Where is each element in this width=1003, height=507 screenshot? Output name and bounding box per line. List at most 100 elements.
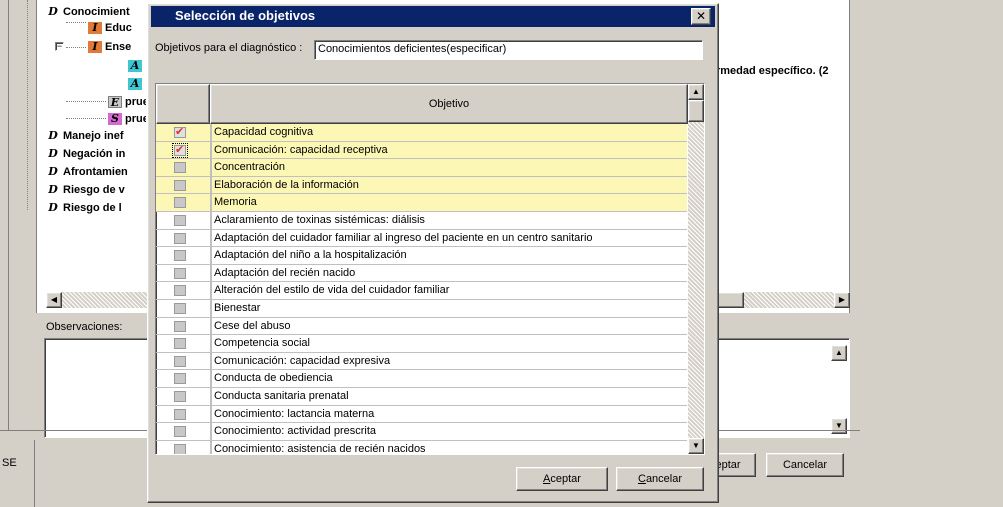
table-row[interactable]: Conducta sanitaria prenatal — [156, 388, 687, 406]
table-row[interactable]: Conocimiento: lactancia materna — [156, 405, 687, 424]
tree-item[interactable]: A — [128, 76, 145, 92]
row-label: Adaptación del cuidador familiar al ingr… — [211, 229, 593, 247]
activity-icon: A — [128, 60, 142, 73]
table-row[interactable]: Conducta de obediencia — [156, 370, 687, 388]
row-checkbox[interactable] — [174, 179, 186, 191]
scroll-left-button[interactable]: ◀ — [46, 292, 62, 308]
row-checkbox[interactable] — [174, 162, 186, 174]
row-checkbox[interactable] — [174, 373, 186, 385]
table-row[interactable]: Capacidad cognitiva — [156, 124, 687, 142]
tree-item[interactable]: D Conocimient — [46, 4, 130, 20]
table-row[interactable]: Comunicación: capacidad receptiva — [156, 141, 687, 160]
table-row[interactable]: Conocimiento: actividad prescrita — [156, 423, 687, 441]
row-label: Cese del abuso — [211, 317, 290, 335]
table-row[interactable]: Adaptación del recién nacido — [156, 264, 687, 283]
accept-button[interactable]: Aceptar — [516, 467, 608, 491]
table-row[interactable]: Elaboración de la información — [156, 176, 687, 195]
row-checkbox[interactable] — [174, 250, 186, 262]
table-row[interactable]: Bienestar — [156, 300, 687, 318]
tree-item[interactable]: I Ense — [88, 39, 131, 55]
tree-item[interactable]: A — [128, 58, 145, 74]
table-row[interactable]: Aclaramiento de toxinas sistémicas: diál… — [156, 212, 687, 230]
row-label: Comunicación: capacidad expresiva — [211, 352, 390, 370]
row-label: Conocimiento: actividad prescrita — [211, 423, 376, 441]
cancel-label: ancelar — [645, 473, 683, 485]
left-divider — [34, 440, 35, 507]
row-checkbox[interactable] — [174, 320, 186, 332]
table-row[interactable]: Memoria — [156, 194, 687, 212]
tree-item[interactable]: Sprueb — [108, 111, 146, 127]
table-vertical-scrollbar[interactable] — [688, 84, 704, 454]
row-label: Capacidad cognitiva — [211, 124, 313, 141]
collapse-toggle[interactable]: − — [55, 42, 64, 51]
evaluation-icon: E — [108, 96, 122, 109]
tree-item[interactable]: Eprueb — [108, 94, 146, 110]
row-label: Bienestar — [211, 300, 260, 317]
row-checkbox[interactable] — [174, 285, 186, 297]
tree-item[interactable]: D Riesgo de v — [46, 182, 125, 198]
objectives-table: Objetivo Capacidad cognitivaComunicación… — [155, 83, 705, 455]
column-header-objetivo[interactable]: Objetivo — [210, 84, 688, 124]
table-row[interactable]: Adaptación del cuidador familiar al ingr… — [156, 229, 687, 248]
row-checkbox[interactable] — [172, 142, 188, 158]
tree-view: DConocimient IEduc − IEnse A A Eprueb Sp… — [36, 0, 146, 290]
observaciones-label: Observaciones: — [46, 321, 123, 333]
row-checkbox[interactable] — [174, 355, 186, 367]
table-row[interactable]: Concentración — [156, 159, 687, 177]
row-checkbox[interactable] — [174, 391, 186, 402]
tree-item[interactable]: D Afrontamien — [46, 164, 128, 180]
tree-item[interactable]: I Educ — [88, 20, 132, 36]
tree-item[interactable]: D Manejo inef — [46, 128, 124, 144]
tree-connector — [66, 22, 86, 23]
tree-item[interactable]: D Riesgo de l — [46, 200, 122, 216]
row-checkbox[interactable] — [174, 338, 186, 350]
tree-connector — [66, 47, 86, 48]
scroll-right-button[interactable]: ▶ — [834, 292, 850, 308]
row-checkbox[interactable] — [174, 267, 186, 279]
bg-cancel-button[interactable]: Cancelar — [766, 453, 844, 477]
row-label: Conducta de obediencia — [211, 370, 333, 388]
table-row[interactable]: Competencia social — [156, 335, 687, 353]
column-divider — [210, 124, 211, 454]
row-label: Elaboración de la información — [211, 176, 359, 194]
diagnosis-label: Objetivos para el diagnóstico : — [155, 42, 303, 54]
table-row[interactable]: Conocimiento: asistencia de recién nacid… — [156, 440, 687, 454]
table-header-corner — [156, 84, 210, 124]
row-label: Concentración — [211, 159, 285, 177]
diagnosis-icon: D — [46, 6, 60, 19]
row-checkbox[interactable] — [174, 426, 186, 438]
row-label: Adaptación del recién nacido — [211, 264, 355, 282]
table-scroll-down-button[interactable]: ▼ — [688, 438, 704, 454]
tree-guide-line — [27, 0, 28, 210]
row-label: Competencia social — [211, 335, 310, 353]
row-label: Alteración del estilo de vida del cuidad… — [211, 282, 449, 300]
row-checkbox[interactable] — [174, 408, 186, 420]
intervention-icon: I — [88, 22, 102, 35]
dialog-title: Selección de objetivos — [175, 8, 316, 23]
close-icon[interactable]: ✕ — [691, 8, 711, 25]
tree-item-text-overflow: rmedad específico. (2 — [716, 65, 829, 77]
table-row[interactable]: Comunicación: capacidad expresiva — [156, 352, 687, 371]
table-row[interactable]: Cese del abuso — [156, 317, 687, 336]
diagnosis-icon: D — [46, 148, 60, 161]
tree-item[interactable]: D Negación in — [46, 146, 125, 162]
table-scroll-thumb[interactable] — [688, 100, 704, 122]
status-label: SE — [2, 457, 17, 469]
row-checkbox[interactable] — [174, 303, 186, 314]
row-checkbox[interactable] — [174, 232, 186, 244]
cancel-button[interactable]: Cancelar — [616, 467, 704, 491]
table-body: Capacidad cognitivaComunicación: capacid… — [156, 124, 688, 454]
table-scroll-up-button[interactable]: ▲ — [688, 84, 704, 100]
row-checkbox[interactable] — [174, 443, 186, 454]
tree-connector — [66, 101, 106, 102]
scroll-down-button[interactable]: ▼ — [831, 418, 847, 434]
activity-icon: A — [128, 78, 142, 91]
diagnosis-field[interactable]: Conocimientos deficientes(especificar) — [314, 40, 703, 60]
row-checkbox[interactable] — [174, 197, 186, 209]
row-checkbox[interactable] — [174, 215, 186, 226]
row-label: Adaptación del niño a la hospitalización — [211, 247, 407, 265]
table-row[interactable]: Adaptación del niño a la hospitalización — [156, 247, 687, 265]
row-checkbox[interactable] — [174, 125, 186, 138]
scroll-up-button[interactable]: ▲ — [831, 345, 847, 361]
table-row[interactable]: Alteración del estilo de vida del cuidad… — [156, 282, 687, 300]
